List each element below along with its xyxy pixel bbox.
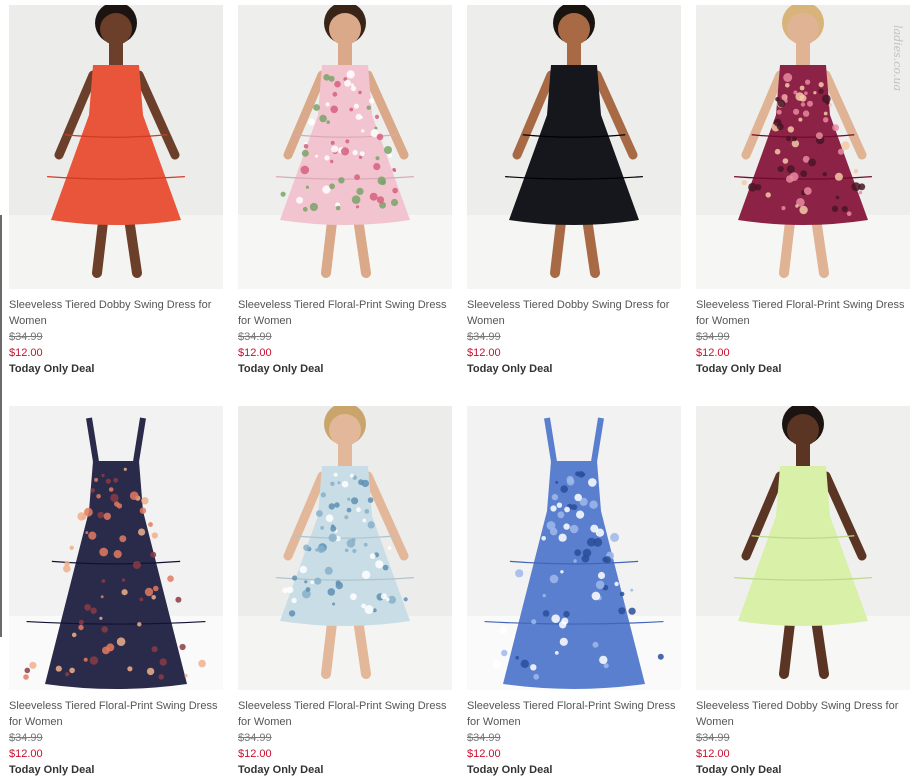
original-price: $34.99 (9, 732, 43, 744)
dress-illustration (696, 5, 910, 289)
original-price: $34.99 (696, 732, 730, 744)
product-card[interactable]: Sleeveless Tiered Dobby Swing Dress for … (9, 5, 223, 385)
original-price: $34.99 (696, 331, 730, 343)
product-image[interactable] (467, 406, 681, 690)
product-name[interactable]: Sleeveless Tiered Floral-Print Swing Dre… (9, 698, 223, 730)
deal-badge: Today Only Deal (467, 764, 553, 776)
sale-price: $12.00 (9, 347, 43, 359)
product-name[interactable]: Sleeveless Tiered Dobby Swing Dress for … (696, 698, 910, 730)
deal-badge: Today Only Deal (238, 764, 324, 776)
dress-illustration (9, 406, 223, 690)
deal-badge: Today Only Deal (467, 363, 553, 375)
dress-illustration (238, 406, 452, 690)
product-image[interactable] (696, 406, 910, 690)
sale-price: $12.00 (238, 347, 272, 359)
original-price: $34.99 (238, 732, 272, 744)
sale-price: $12.00 (467, 748, 501, 760)
sale-price: $12.00 (467, 347, 501, 359)
dress-illustration (696, 406, 910, 690)
product-image[interactable] (9, 406, 223, 690)
original-price: $34.99 (9, 331, 43, 343)
product-name[interactable]: Sleeveless Tiered Dobby Swing Dress for … (467, 297, 681, 329)
product-image[interactable] (467, 5, 681, 289)
sale-price: $12.00 (696, 748, 730, 760)
product-name[interactable]: Sleeveless Tiered Floral-Print Swing Dre… (238, 698, 452, 730)
product-image[interactable] (9, 5, 223, 289)
original-price: $34.99 (467, 732, 501, 744)
product-card[interactable]: ladies.co.ua Sleeveless Tiered Floral-Pr… (696, 5, 910, 385)
deal-badge: Today Only Deal (9, 764, 95, 776)
watermark-logo: ladies.co.ua (891, 25, 904, 92)
product-card[interactable]: Sleeveless Tiered Dobby Swing Dress for … (467, 5, 681, 385)
product-grid: Sleeveless Tiered Dobby Swing Dress for … (9, 5, 910, 784)
dress-illustration (238, 5, 452, 289)
deal-badge: Today Only Deal (696, 363, 782, 375)
product-name[interactable]: Sleeveless Tiered Floral-Print Swing Dre… (696, 297, 910, 329)
product-name[interactable]: Sleeveless Tiered Dobby Swing Dress for … (9, 297, 223, 329)
dress-illustration (9, 5, 223, 289)
original-price: $34.99 (238, 331, 272, 343)
product-image[interactable]: ladies.co.ua (696, 5, 910, 289)
product-card[interactable]: Sleeveless Tiered Dobby Swing Dress for … (696, 406, 910, 784)
sale-price: $12.00 (238, 748, 272, 760)
dress-illustration (467, 5, 681, 289)
page-edge-divider (0, 215, 2, 637)
product-name[interactable]: Sleeveless Tiered Floral-Print Swing Dre… (238, 297, 452, 329)
deal-badge: Today Only Deal (238, 363, 324, 375)
product-card[interactable]: Sleeveless Tiered Floral-Print Swing Dre… (9, 406, 223, 784)
original-price: $34.99 (467, 331, 501, 343)
product-image[interactable] (238, 406, 452, 690)
deal-badge: Today Only Deal (9, 363, 95, 375)
product-card[interactable]: Sleeveless Tiered Floral-Print Swing Dre… (467, 406, 681, 784)
sale-price: $12.00 (9, 748, 43, 760)
product-card[interactable]: Sleeveless Tiered Floral-Print Swing Dre… (238, 5, 452, 385)
sale-price: $12.00 (696, 347, 730, 359)
product-card[interactable]: Sleeveless Tiered Floral-Print Swing Dre… (238, 406, 452, 784)
product-image[interactable] (238, 5, 452, 289)
dress-illustration (467, 406, 681, 690)
deal-badge: Today Only Deal (696, 764, 782, 776)
product-name[interactable]: Sleeveless Tiered Floral-Print Swing Dre… (467, 698, 681, 730)
